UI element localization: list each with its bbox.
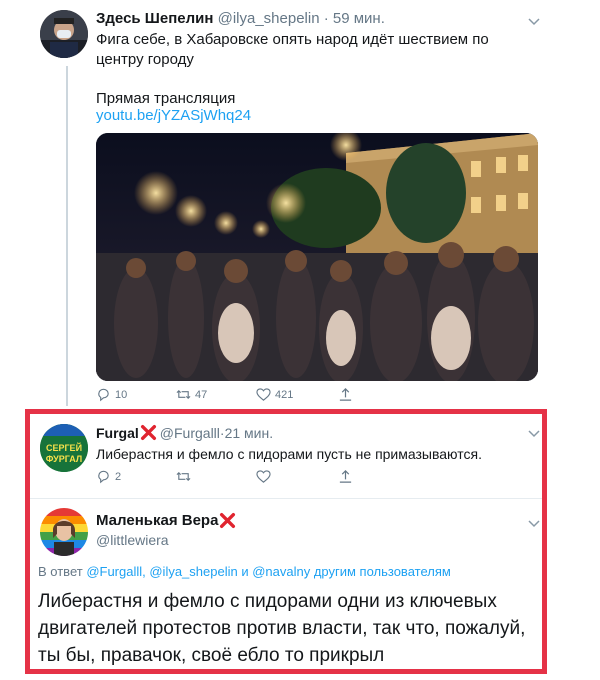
reply-count: 10 <box>115 388 128 401</box>
like-button[interactable]: 421 <box>256 387 293 402</box>
share-icon <box>339 388 352 401</box>
heart-icon <box>256 388 271 401</box>
reply-prefix: В ответ <box>38 564 87 579</box>
retweet-count: 47 <box>195 388 208 401</box>
retweet-button[interactable] <box>176 469 191 484</box>
reply-button[interactable]: 2 <box>96 469 121 484</box>
reply-icon <box>98 388 109 402</box>
chevron-down-icon[interactable] <box>527 426 541 440</box>
tweet-time[interactable]: 59 мин. <box>333 10 385 27</box>
retweet-icon <box>176 389 191 400</box>
share-button[interactable] <box>338 387 353 402</box>
share-button[interactable] <box>338 469 353 484</box>
tweet-text: Фига себе, в Хабаровске опять народ идёт… <box>96 31 489 68</box>
tweet-main[interactable]: Здесь Шепелин @ilya_shepelin · 59 мин. Ф… <box>0 0 600 412</box>
chevron-down-icon[interactable] <box>527 14 541 28</box>
red-x-icon <box>220 512 236 529</box>
retweet-button[interactable]: 47 <box>176 387 207 402</box>
tweet-time[interactable]: 21 мин. <box>225 425 274 441</box>
reply-users-link[interactable]: @Furgalll, @ilya_shepelin и @navalny дру… <box>86 564 451 579</box>
avatar[interactable]: СЕРГЕЙ ФУРГАЛ <box>40 424 88 472</box>
video-preview[interactable] <box>96 133 538 381</box>
author-handle[interactable]: @littlewiera <box>96 532 169 548</box>
meta-separator: · <box>319 10 333 27</box>
red-x-icon <box>140 424 156 441</box>
reply-icon <box>98 470 109 484</box>
like-button[interactable] <box>256 469 271 484</box>
author-handle[interactable]: @Furgalll <box>160 425 220 441</box>
tweet-header: Furgal @Furgalll · 21 мин. <box>96 424 273 441</box>
author-name[interactable]: Здесь Шепелин <box>96 10 213 27</box>
avatar[interactable] <box>40 10 88 58</box>
avatar-text-line2: ФУРГАЛ <box>46 454 82 464</box>
reply-button[interactable]: 10 <box>96 387 127 402</box>
tweet-header: Здесь Шепелин @ilya_shepelin · 59 мин. <box>96 10 385 27</box>
share-icon <box>339 470 352 483</box>
tweet-text: Либерастня и фемло с пидорами пусть не п… <box>96 446 482 462</box>
tweet-link[interactable]: youtu.be/jYZASjWhq24 <box>96 106 251 126</box>
avatar[interactable] <box>40 508 88 556</box>
author-name[interactable]: Furgal <box>96 425 139 441</box>
chevron-down-icon[interactable] <box>527 516 541 530</box>
tweet-actions: 2 <box>96 469 536 489</box>
reply-context: В ответ @Furgalll, @ilya_shepelin и @nav… <box>38 564 451 579</box>
divider <box>30 498 542 499</box>
tweet-text: Либерастня и фемло с пидорами одни из кл… <box>38 591 526 666</box>
tweet-actions: 10 47 421 <box>96 387 536 407</box>
retweet-icon <box>176 471 191 482</box>
author-handle[interactable]: @ilya_shepelin <box>218 10 320 27</box>
avatar-text-line1: СЕРГЕЙ <box>46 442 82 453</box>
reply-count: 2 <box>115 470 122 483</box>
tweet-header: Маленькая Вера <box>96 512 239 529</box>
heart-icon <box>256 470 271 483</box>
like-count: 421 <box>275 388 294 401</box>
author-name[interactable]: Маленькая Вера <box>96 512 218 529</box>
